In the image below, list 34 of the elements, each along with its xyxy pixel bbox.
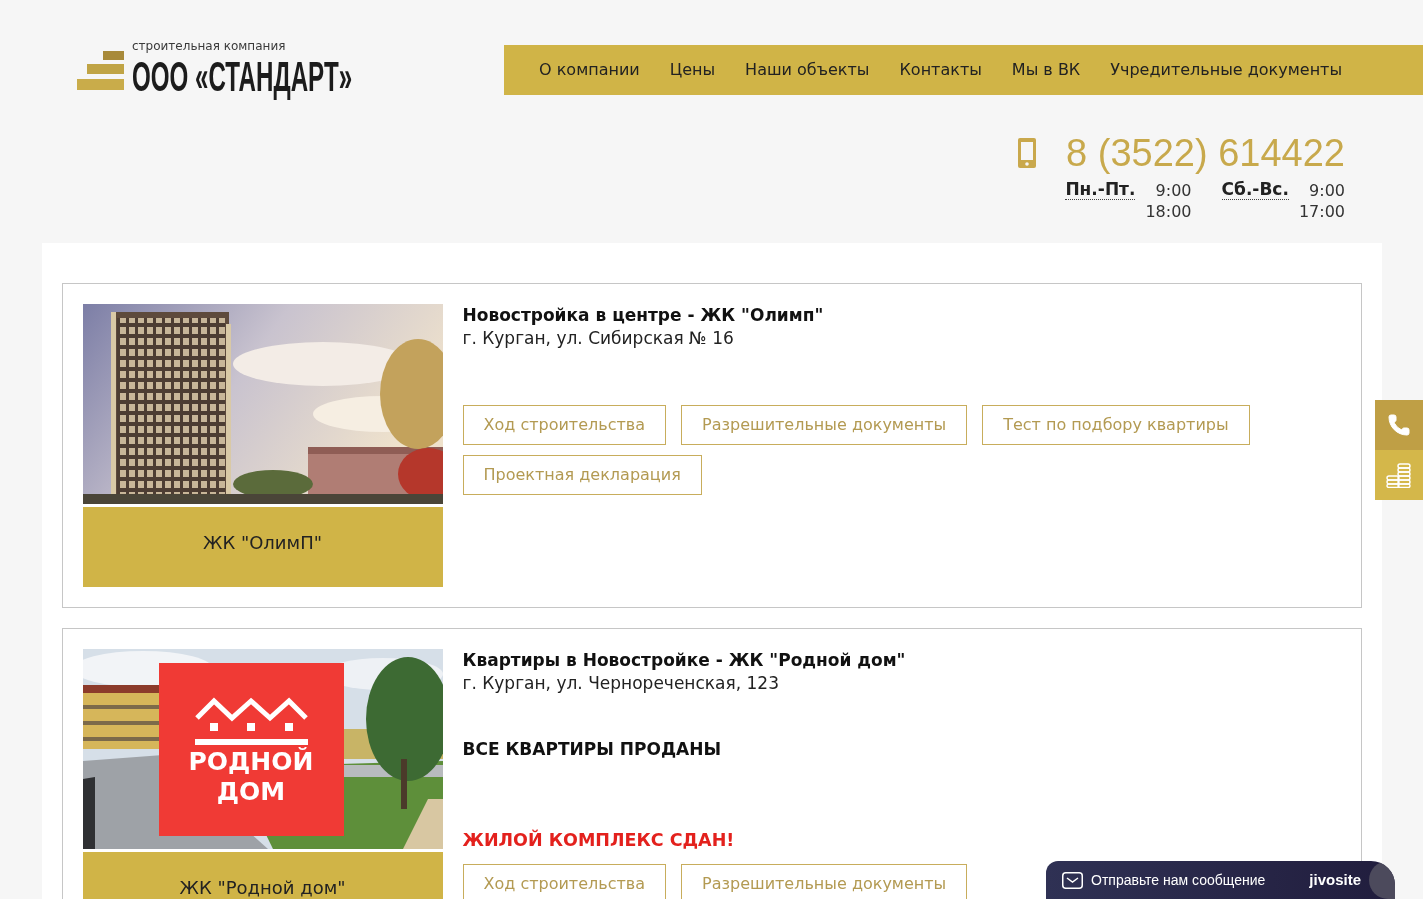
chat-widget[interactable]: Отправьте нам сообщение jivosite <box>1046 861 1395 899</box>
chat-label: Отправьте нам сообщение <box>1091 870 1266 890</box>
nav-link[interactable]: Контакты <box>884 58 997 82</box>
completed-notice: ЖИЛОЙ КОМПЛЕКС СДАН! <box>462 828 735 852</box>
logo-name: ООО «СТАНДАРТ» <box>132 53 353 101</box>
sold-out-notice: ВСЕ КВАРТИРЫ ПРОДАНЫ <box>462 738 722 761</box>
object-caption[interactable]: ЖК "ОлимП" <box>82 507 443 587</box>
call-button[interactable] <box>1375 400 1423 450</box>
nav-link[interactable]: Мы в ВК <box>996 58 1096 82</box>
opening-time: 9:00 <box>1155 180 1192 201</box>
days-label: Пн.-Пт. <box>1065 180 1136 200</box>
logo-bars-icon <box>77 50 124 90</box>
nav-link[interactable]: Наши объекты <box>730 58 885 82</box>
logo-tagline: строительная компания <box>132 39 286 53</box>
envelope-icon <box>1062 871 1083 889</box>
object-address: г. Курган, ул. Чернореченская, 123 <box>462 672 779 695</box>
phone-icon <box>1387 413 1411 437</box>
nav-link[interactable]: О компании <box>524 58 655 82</box>
coins-icon <box>1386 462 1412 488</box>
nav-link[interactable]: Учредительные документы <box>1095 58 1358 82</box>
logo-text: РОДНОЙ ДОМ <box>187 747 315 807</box>
closing-time: 17:00 <box>1298 201 1345 222</box>
nav-link[interactable]: Цены <box>654 58 731 82</box>
object-title: Квартиры в Новостройке - ЖК "Родной дом" <box>462 649 906 671</box>
object-caption[interactable]: ЖК "Родной дом" <box>82 852 443 899</box>
house-roofs-icon <box>194 696 308 745</box>
chat-brand: jivosite <box>1309 869 1361 890</box>
opening-time: 9:00 <box>1309 180 1345 201</box>
object-address: г. Курган, ул. Сибирская № 16 <box>462 327 734 350</box>
closing-time: 18:00 <box>1145 201 1192 222</box>
days-label: Сб.-Вс. <box>1221 180 1289 200</box>
object-title: Новостройка в центре - ЖК "Олимп" <box>462 304 824 326</box>
mobile-phone-icon <box>1018 138 1037 168</box>
prices-button[interactable] <box>1375 450 1423 500</box>
